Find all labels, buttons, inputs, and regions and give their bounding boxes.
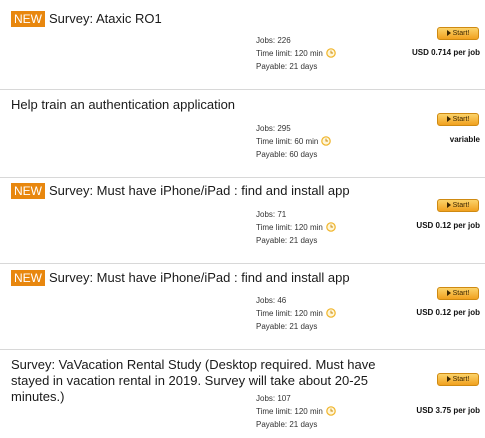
new-badge: NEW [11, 270, 45, 286]
new-badge: NEW [11, 183, 45, 199]
jobs-count: Jobs: 71 [256, 210, 287, 219]
job-meta: Jobs: 226 Time limit: 120 min Payable: 2… [256, 34, 336, 73]
payable: Payable: 21 days [256, 420, 318, 429]
jobs-count: Jobs: 226 [256, 36, 291, 45]
job-title-row[interactable]: NEW Survey: Ataxic RO1 [11, 11, 415, 27]
start-button[interactable]: Start! [437, 287, 479, 300]
job-listing: NEW Survey: Ataxic RO1 Jobs: 226 Time lim… [0, 0, 485, 90]
clock-icon [326, 48, 336, 58]
job-meta: Jobs: 295 Time limit: 60 min Payable: 60… [256, 122, 332, 161]
start-button[interactable]: Start! [437, 199, 479, 212]
job-listing: NEW Survey: Must have iPhone/iPad : find … [0, 177, 485, 264]
start-button-label: Start! [452, 116, 470, 123]
job-title-row[interactable]: NEW Survey: Must have iPhone/iPad : find … [11, 183, 415, 199]
time-limit: Time limit: 120 min [256, 223, 323, 232]
start-button-label: Start! [452, 376, 470, 383]
jobs-count: Jobs: 107 [256, 394, 291, 403]
time-limit-row: Time limit: 60 min [256, 135, 332, 148]
payable: Payable: 60 days [256, 150, 318, 159]
job-title[interactable]: Help train an authentication application [11, 97, 235, 112]
job-title-row[interactable]: NEW Survey: Must have iPhone/iPad : find … [11, 270, 415, 286]
price: USD 0.12 per job [416, 221, 480, 230]
job-meta: Jobs: 71 Time limit: 120 min Payable: 21… [256, 208, 336, 247]
time-limit-row: Time limit: 120 min [256, 307, 336, 320]
time-limit-row: Time limit: 120 min [256, 405, 336, 418]
play-arrow-icon [446, 376, 451, 382]
clock-icon [326, 406, 336, 416]
payable: Payable: 21 days [256, 62, 318, 71]
start-button[interactable]: Start! [437, 373, 479, 386]
time-limit: Time limit: 120 min [256, 407, 323, 416]
job-title[interactable]: Survey: Ataxic RO1 [49, 11, 162, 26]
job-listing: NEW Survey: Must have iPhone/iPad : find … [0, 263, 485, 350]
play-arrow-icon [446, 30, 451, 36]
payable: Payable: 21 days [256, 322, 318, 331]
new-badge: NEW [11, 11, 45, 27]
play-arrow-icon [446, 116, 451, 122]
payable: Payable: 21 days [256, 236, 318, 245]
play-arrow-icon [446, 290, 451, 296]
start-button[interactable]: Start! [437, 27, 479, 40]
job-title-row[interactable]: Survey: VaVacation Rental Study (Desktop… [11, 357, 415, 405]
price: USD 3.75 per job [416, 406, 480, 415]
clock-icon [321, 136, 332, 146]
start-button-label: Start! [452, 290, 470, 297]
play-arrow-icon [446, 202, 451, 208]
time-limit: Time limit: 60 min [256, 137, 319, 146]
job-listing: Survey: VaVacation Rental Study (Desktop… [0, 349, 485, 438]
price: USD 0.12 per job [416, 308, 480, 317]
job-title[interactable]: Survey: Must have iPhone/iPad : find and… [49, 183, 350, 198]
time-limit-row: Time limit: 120 min [256, 221, 336, 234]
jobs-count: Jobs: 46 [256, 296, 287, 305]
price: USD 0.714 per job [411, 48, 480, 57]
job-meta: Jobs: 46 Time limit: 120 min Payable: 21… [256, 294, 336, 333]
price: variable [449, 135, 480, 144]
start-button-label: Start! [452, 30, 470, 37]
clock-icon [326, 308, 336, 318]
job-title-row[interactable]: Help train an authentication application [11, 97, 415, 113]
job-title[interactable]: Survey: Must have iPhone/iPad : find and… [49, 270, 350, 285]
start-button[interactable]: Start! [437, 113, 479, 126]
time-limit: Time limit: 120 min [256, 49, 323, 58]
time-limit: Time limit: 120 min [256, 309, 323, 318]
jobs-count: Jobs: 295 [256, 124, 291, 133]
job-meta: Jobs: 107 Time limit: 120 min Payable: 2… [256, 392, 336, 431]
time-limit-row: Time limit: 120 min [256, 47, 336, 60]
job-listing: Help train an authentication application… [0, 89, 485, 178]
clock-icon [326, 222, 336, 232]
start-button-label: Start! [452, 202, 470, 209]
